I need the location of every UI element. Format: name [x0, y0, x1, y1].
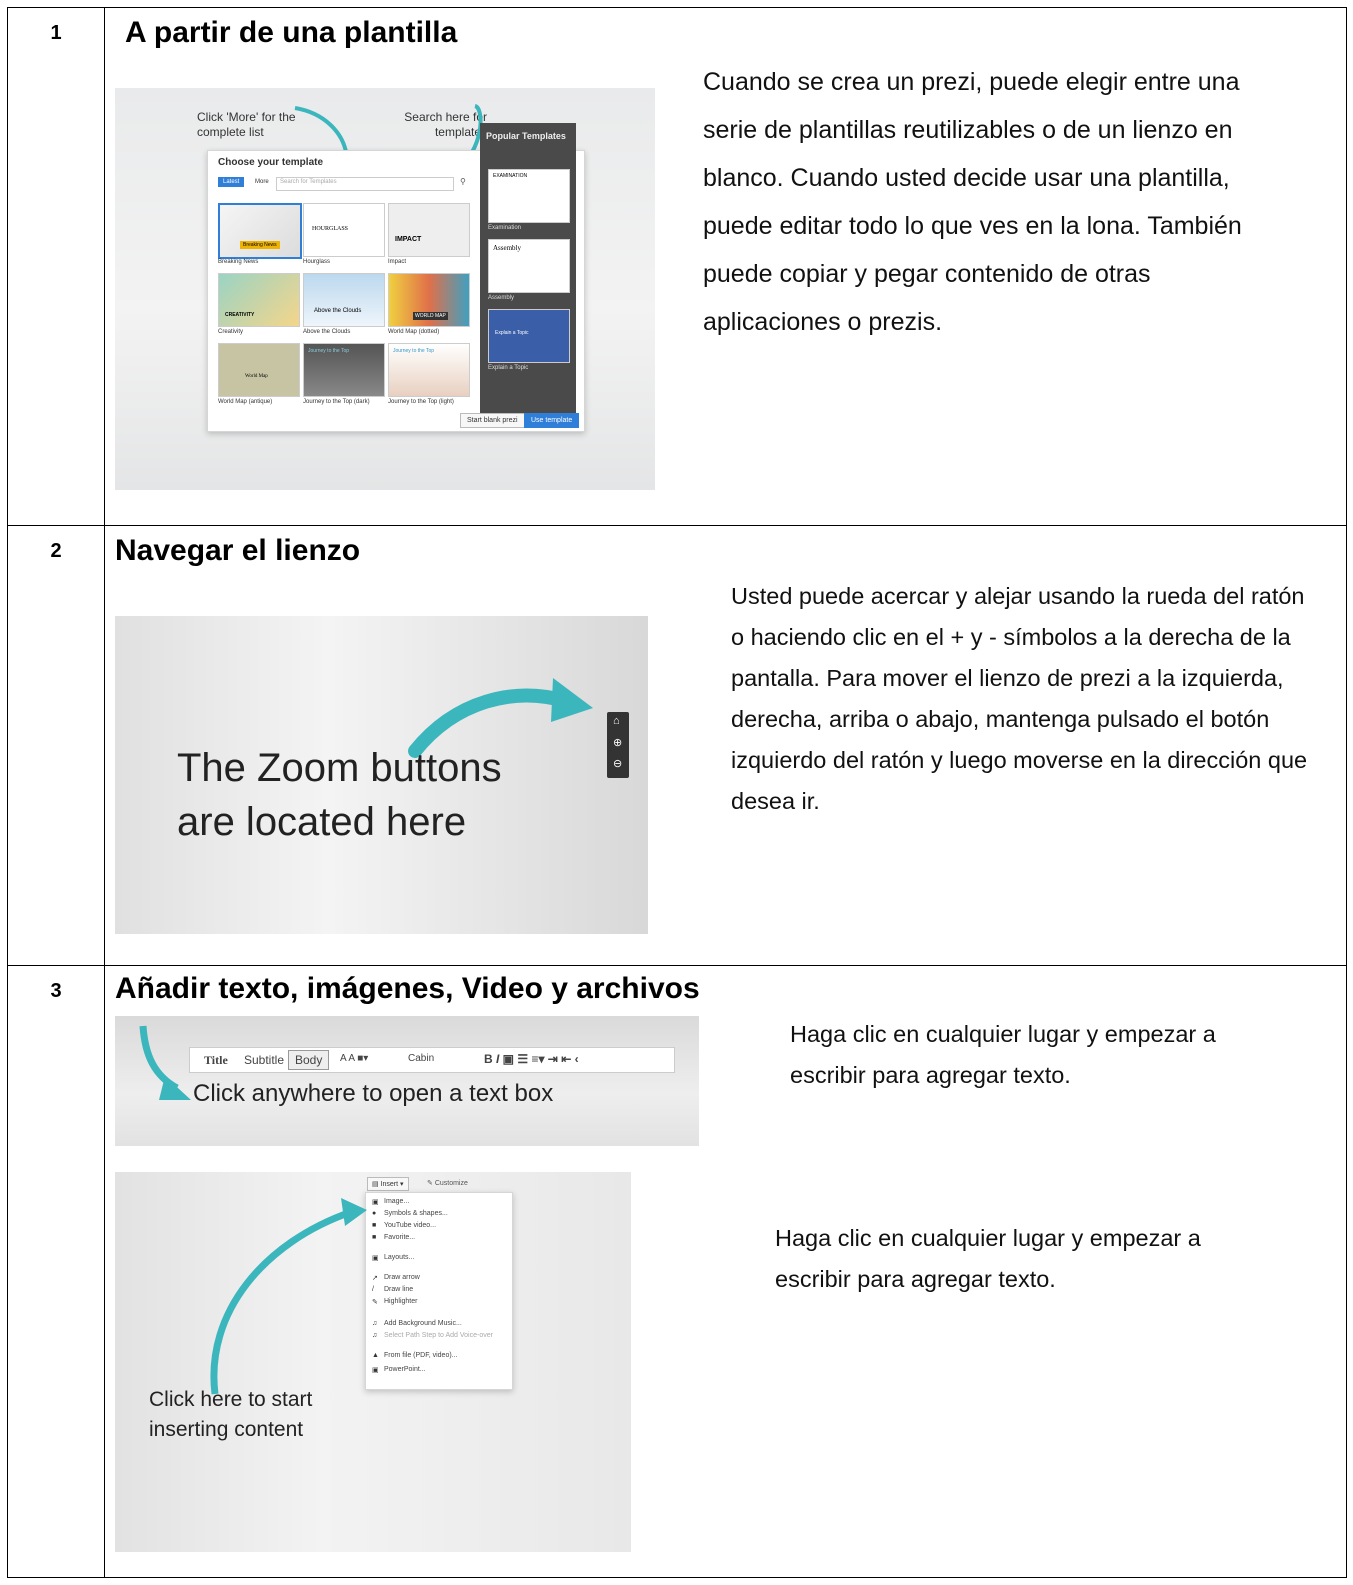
- insert-arrow: [210, 1198, 367, 1395]
- step-title: Navegar el lienzo: [115, 534, 361, 567]
- template-thumb[interactable]: World Map: [218, 343, 300, 397]
- thumb-label: Breaking News: [240, 241, 280, 249]
- step-paragraph: Haga clic en cualquier lugar y empezar a…: [790, 1021, 1216, 1088]
- thumb-label: EXAMINATION: [493, 173, 528, 179]
- step-number: 3: [50, 980, 62, 1002]
- thumb-label: Assembly: [493, 244, 521, 252]
- font-select[interactable]: Cabin: [402, 1051, 440, 1066]
- template-name: World Map (dotted): [388, 329, 440, 335]
- style-body-button[interactable]: Body: [288, 1050, 330, 1070]
- textbox-screenshot: Title Subtitle Body A A ■▾ Cabin B I ▣ ☰…: [115, 1016, 699, 1146]
- step-number-cell: 3: [7, 965, 105, 1578]
- zoom-controls: ⌂ ⊕ ⊖: [607, 712, 629, 778]
- template-name: Creativity: [218, 329, 244, 335]
- step-number: 1: [50, 22, 62, 44]
- thumb-label: World Map: [245, 374, 268, 379]
- popular-panel: Popular Templates EXAMINATION Examinatio…: [480, 123, 576, 423]
- thumb-label: Explain a Topic: [495, 330, 529, 336]
- table-row: 1 A partir de una plantilla Click 'More'…: [7, 7, 1347, 526]
- arrow-curve: [139, 1025, 179, 1092]
- template-thumb[interactable]: Journey to the Top: [303, 343, 385, 397]
- thumb-label: Journey to the Top: [393, 348, 435, 354]
- textbox-arrow: [139, 1025, 191, 1100]
- thumb-label: Journey to the Top: [308, 348, 350, 354]
- thumb-label: CREATIVITY: [225, 312, 255, 318]
- template-name: Journey to the Top (light): [388, 399, 454, 405]
- template-thumb[interactable]: Above the Clouds: [303, 273, 385, 327]
- arrow-curve: [210, 1208, 353, 1395]
- search-icon[interactable]: ⚲: [460, 177, 466, 186]
- popular-name: Examination: [488, 225, 522, 231]
- template-name: World Map (antique): [218, 399, 273, 405]
- step-content-cell: Navegar el lienzo ⌂ ⊕ ⊖ The Zoom buttons…: [104, 525, 1347, 966]
- arrow-curve: [408, 688, 572, 758]
- template-name: Above the Clouds: [303, 329, 351, 335]
- step-paragraph: Haga clic en cualquier lugar y empezar a…: [775, 1225, 1201, 1292]
- template-search-input[interactable]: Search for Templates: [276, 177, 454, 191]
- template-dialog: Choose your template Latest More Search …: [207, 123, 585, 432]
- style-title-button[interactable]: Title: [198, 1051, 234, 1070]
- template-name: Impact: [388, 259, 407, 265]
- insert-caption-line1: Click here to start: [149, 1388, 313, 1411]
- zoom-out-icon[interactable]: ⊖: [613, 757, 622, 770]
- zoom-caption-line2: are located here: [177, 800, 467, 844]
- popular-thumb[interactable]: Assembly: [488, 239, 570, 293]
- use-template-button[interactable]: Use template: [524, 413, 580, 428]
- popular-name: Explain a Topic: [488, 365, 529, 371]
- thumb-label: WORLD MAP: [413, 312, 448, 320]
- step-content-cell: A partir de una plantilla Click 'More' f…: [104, 7, 1347, 526]
- text-box[interactable]: Click anywhere to open a text box: [193, 1080, 553, 1108]
- thumb-label: HOURGLASS: [312, 226, 349, 232]
- insert-screenshot: ▤ Insert ▾ ✎ Customize ▣ Image... ● Symbol…: [115, 1172, 631, 1552]
- arrow-head: [341, 1198, 367, 1226]
- template-name: Journey to the Top (dark): [303, 399, 370, 405]
- template-thumb[interactable]: IMPACT: [388, 203, 470, 257]
- format-buttons[interactable]: B I ▣ ☰ ≡▾ ⇥ ⇤ ‹: [478, 1050, 585, 1068]
- popular-name: Assembly: [488, 295, 515, 301]
- template-screenshot: Click 'More' for the complete list Searc…: [115, 88, 655, 490]
- template-thumb[interactable]: HOURGLASS: [303, 203, 385, 257]
- template-thumb[interactable]: Breaking News: [218, 203, 302, 259]
- step-number-cell: 2: [7, 525, 105, 966]
- step-paragraph: Usted puede acercar y alejar usando la r…: [731, 583, 1308, 814]
- start-blank-button[interactable]: Start blank prezi: [460, 413, 525, 428]
- template-thumb[interactable]: Journey to the Top: [388, 343, 470, 397]
- popular-title: Popular Templates: [486, 131, 566, 141]
- step-number: 2: [50, 540, 62, 562]
- step-number-cell: 1: [7, 7, 105, 526]
- step-paragraph: Cuando se crea un prezi, puede elegir en…: [703, 68, 1242, 336]
- instructions-table: 1 A partir de una plantilla Click 'More'…: [7, 7, 1347, 1578]
- template-name: Breaking News: [218, 259, 259, 265]
- style-subtitle-button[interactable]: Subtitle: [238, 1051, 290, 1069]
- table-row: 3 Añadir texto, imágenes, Video y archiv…: [7, 965, 1347, 1578]
- thumb-label: Above the Clouds: [314, 308, 362, 314]
- table-row: 2 Navegar el lienzo ⌂ ⊕ ⊖ The Zoom butto…: [7, 525, 1347, 966]
- tab-more[interactable]: More: [250, 177, 274, 187]
- step-title: Añadir texto, imágenes, Video y archivos: [115, 972, 700, 1005]
- zoom-caption-line1: The Zoom buttons: [177, 746, 502, 790]
- arrow-head: [551, 678, 593, 722]
- template-thumb[interactable]: WORLD MAP: [388, 273, 470, 327]
- thumb-label: IMPACT: [395, 236, 422, 243]
- text-toolbar: Title Subtitle Body A A ■▾ Cabin B I ▣ ☰…: [189, 1047, 675, 1073]
- popular-thumb[interactable]: EXAMINATION: [488, 169, 570, 223]
- insert-caption-line2: inserting content: [149, 1418, 304, 1441]
- tab-latest[interactable]: Latest: [218, 177, 245, 187]
- popular-thumb[interactable]: Explain a Topic: [488, 309, 570, 363]
- zoom-in-icon[interactable]: ⊕: [613, 736, 622, 749]
- template-name: Hourglass: [303, 259, 331, 265]
- zoom-screenshot: ⌂ ⊕ ⊖ The Zoom buttons are located here: [115, 616, 648, 934]
- template-thumb[interactable]: CREATIVITY: [218, 273, 300, 327]
- dialog-title: Choose your template: [218, 157, 324, 168]
- home-icon[interactable]: ⌂: [613, 715, 620, 727]
- font-size-button[interactable]: A A ■▾: [334, 1051, 374, 1066]
- step-title: A partir de una plantilla: [125, 16, 458, 49]
- step-content-cell: Añadir texto, imágenes, Video y archivos…: [104, 965, 1347, 1578]
